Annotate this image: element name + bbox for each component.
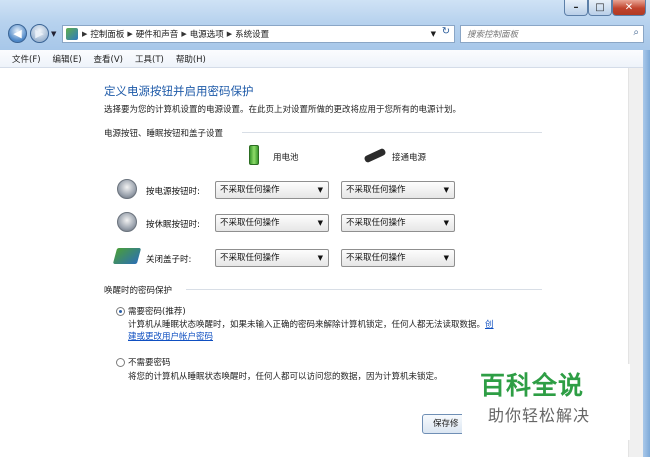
- breadcrumb-separator-icon: ▶: [127, 30, 133, 38]
- change-password-link[interactable]: 建或更改用户帐户密码: [128, 332, 213, 342]
- save-button-label: 保存修: [433, 419, 459, 429]
- address-bar[interactable]: ▶ 控制面板 ▶ 硬件和声音 ▶ 电源选项 ▶ 系统设置 ▼: [62, 25, 455, 43]
- select-value: 不采取任何操作: [220, 253, 280, 263]
- no-password-label[interactable]: 不需要密码: [128, 356, 171, 368]
- search-box[interactable]: ⌕: [460, 25, 644, 43]
- power-button-battery-select[interactable]: 不采取任何操作 ▼: [215, 181, 329, 199]
- plugged-in-column-label: 接通电源: [392, 153, 427, 163]
- lid-close-plugged-select[interactable]: 不采取任何操作 ▼: [341, 249, 455, 267]
- search-icon[interactable]: ⌕: [633, 27, 639, 38]
- select-value: 不采取任何操作: [346, 218, 406, 228]
- sleep-icon: [117, 212, 137, 232]
- refresh-button[interactable]: ↻: [438, 26, 454, 42]
- breadcrumb-power-options[interactable]: 电源选项: [190, 28, 224, 40]
- select-value: 不采取任何操作: [346, 253, 406, 263]
- section-header-password: 唤醒时的密码保护: [104, 286, 173, 296]
- sleep-button-plugged-select[interactable]: 不采取任何操作 ▼: [341, 214, 455, 232]
- forward-button[interactable]: ▶: [30, 24, 49, 43]
- close-icon: ✕: [624, 2, 634, 13]
- lid-close-label: 关闭盖子时:: [146, 255, 192, 265]
- watermark-subtitle: 助你轻松解决: [488, 406, 591, 425]
- watermark: 百科全说 助你轻松解决: [462, 364, 630, 440]
- menu-help[interactable]: 帮助(H): [170, 53, 212, 65]
- menu-tools[interactable]: 工具(T): [129, 53, 170, 65]
- minimize-icon: –: [573, 2, 579, 13]
- back-button[interactable]: ◀: [8, 24, 27, 43]
- window-titlebar: – □ ✕ ◀ ▶ ▼ ▶ 控制面板 ▶ 硬件和声音 ▶ 电源选项 ▶ 系统设置…: [0, 0, 650, 50]
- laptop-lid-icon: [112, 248, 142, 264]
- menu-bar: 文件(F) 编辑(E) 查看(V) 工具(T) 帮助(H): [0, 50, 650, 68]
- section-divider: [186, 289, 542, 290]
- chevron-down-icon: ▼: [443, 186, 449, 194]
- watermark-title: 百科全说: [480, 371, 585, 400]
- back-arrow-icon: ◀: [13, 27, 22, 40]
- change-password-link[interactable]: 创: [485, 320, 494, 330]
- breadcrumb-separator-icon: ▶: [181, 30, 187, 38]
- close-button[interactable]: ✕: [612, 0, 646, 16]
- page-subtitle: 选择要为您的计算机设置的电源设置。在此页上对设置所做的更改将应用于您所有的电源计…: [104, 105, 462, 115]
- require-password-radio[interactable]: [116, 307, 125, 316]
- breadcrumb-hardware-sound[interactable]: 硬件和声音: [136, 28, 179, 40]
- refresh-icon: ↻: [441, 26, 451, 37]
- breadcrumb-separator-icon: ▶: [226, 30, 233, 38]
- chevron-down-icon: ▼: [317, 219, 323, 227]
- no-password-radio[interactable]: [116, 358, 125, 367]
- require-password-label[interactable]: 需要密码(推荐): [128, 305, 186, 317]
- chevron-down-icon: ▼: [317, 186, 323, 194]
- control-panel-icon: [66, 28, 78, 40]
- forward-arrow-icon: ▶: [35, 27, 44, 40]
- power-button-label: 按电源按钮时:: [146, 187, 200, 197]
- menu-edit[interactable]: 编辑(E): [47, 53, 88, 65]
- power-icon: [117, 179, 137, 199]
- window-border: [643, 50, 650, 457]
- battery-column-label: 用电池: [273, 153, 299, 163]
- battery-icon: [249, 145, 259, 165]
- breadcrumb-control-panel[interactable]: 控制面板: [90, 28, 124, 40]
- section-divider: [242, 132, 542, 133]
- address-dropdown-icon[interactable]: ▼: [431, 30, 436, 38]
- chevron-down-icon: ▼: [443, 254, 449, 262]
- maximize-button[interactable]: □: [588, 0, 612, 16]
- lid-close-battery-select[interactable]: 不采取任何操作 ▼: [215, 249, 329, 267]
- power-button-plugged-select[interactable]: 不采取任何操作 ▼: [341, 181, 455, 199]
- maximize-icon: □: [595, 2, 605, 13]
- vertical-scrollbar[interactable]: [628, 68, 644, 457]
- search-input[interactable]: [465, 27, 629, 43]
- require-password-description: 计算机从睡眠状态唤醒时，如果未输入正确的密码来解除计算机锁定，任何人都无法读取数…: [128, 319, 528, 343]
- chevron-down-icon: ▼: [443, 219, 449, 227]
- sleep-button-battery-select[interactable]: 不采取任何操作 ▼: [215, 214, 329, 232]
- description-text: 计算机从睡眠状态唤醒时，如果未输入正确的密码来解除计算机锁定，任何人都无法读取数…: [128, 320, 486, 330]
- chevron-down-icon: ▼: [317, 254, 323, 262]
- breadcrumb-separator-icon: ▶: [82, 30, 88, 38]
- menu-file[interactable]: 文件(F): [6, 53, 47, 65]
- select-value: 不采取任何操作: [220, 218, 280, 228]
- select-value: 不采取任何操作: [220, 185, 280, 195]
- select-value: 不采取任何操作: [346, 185, 406, 195]
- breadcrumb-system-settings[interactable]: 系统设置: [235, 28, 269, 40]
- menu-view[interactable]: 查看(V): [88, 53, 129, 65]
- minimize-button[interactable]: –: [564, 0, 588, 16]
- no-password-description: 将您的计算机从睡眠状态唤醒时，任何人都可以访问您的数据，因为计算机未锁定。: [128, 372, 443, 382]
- page-title: 定义电源按钮并启用密码保护: [104, 84, 254, 98]
- section-header-buttons: 电源按钮、睡眠按钮和盖子设置: [104, 129, 224, 139]
- history-dropdown-button[interactable]: ▼: [51, 30, 56, 38]
- sleep-button-label: 按休眠按钮时:: [146, 220, 200, 230]
